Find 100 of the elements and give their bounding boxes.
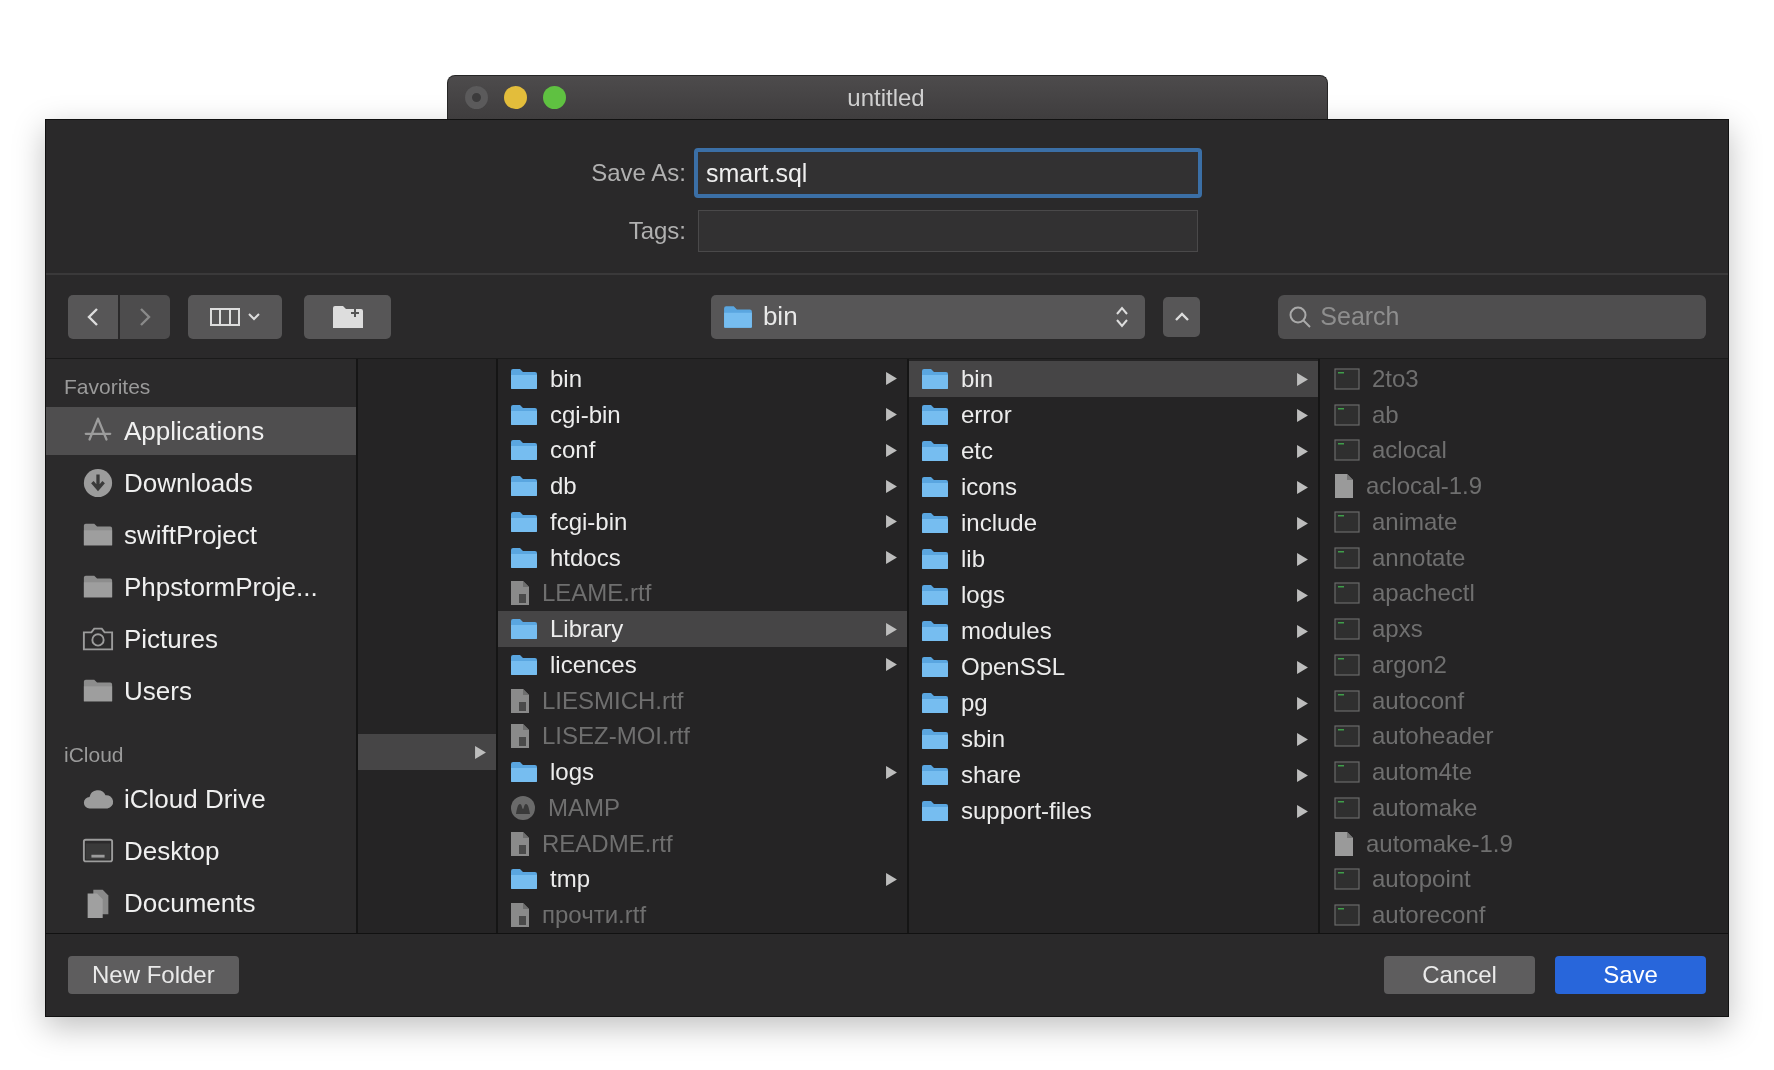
section-header: iCloud bbox=[63, 742, 125, 768]
back-button[interactable] bbox=[68, 294, 118, 339]
folder-item[interactable]: sbin bbox=[909, 721, 1318, 757]
folder-icon bbox=[921, 512, 949, 534]
sidebar-item[interactable]: swiftProject bbox=[46, 511, 356, 559]
folder-item[interactable]: error bbox=[909, 397, 1318, 433]
minimize-button[interactable] bbox=[503, 86, 527, 109]
terminal-icon bbox=[1334, 439, 1360, 462]
sidebar-item[interactable]: PhpstormProje... bbox=[46, 563, 356, 611]
folder-icon bbox=[921, 656, 949, 678]
terminal-icon bbox=[1334, 868, 1360, 891]
window-title: untitled bbox=[846, 83, 926, 112]
terminal-icon bbox=[1334, 546, 1360, 569]
terminal-icon bbox=[1334, 510, 1360, 533]
folder-icon bbox=[510, 367, 538, 390]
columns-icon bbox=[210, 306, 241, 327]
sidebar-item[interactable]: Pictures bbox=[46, 615, 356, 663]
folder-icon bbox=[510, 761, 538, 784]
folder-icon bbox=[510, 475, 538, 498]
collapse-button[interactable] bbox=[1162, 296, 1201, 337]
sidebar-item[interactable]: iCloud Drive bbox=[46, 775, 356, 823]
chevron-left-icon bbox=[87, 306, 99, 327]
chevron-up-icon bbox=[1173, 311, 1190, 322]
terminal-icon bbox=[1334, 689, 1360, 712]
folder-plus-icon bbox=[331, 304, 364, 329]
folder-item[interactable]: include bbox=[909, 505, 1318, 541]
terminal-icon bbox=[1334, 653, 1360, 676]
folder-icon bbox=[510, 439, 538, 462]
folder-item[interactable]: cgi-bin bbox=[498, 396, 907, 433]
folder-icon bbox=[510, 546, 538, 569]
folder-icon bbox=[722, 304, 753, 329]
terminal-icon bbox=[1334, 582, 1360, 605]
folder-icon bbox=[921, 764, 949, 786]
sidebar-item[interactable]: Desktop bbox=[46, 827, 356, 875]
folder-item[interactable]: conf bbox=[498, 432, 907, 469]
save-button[interactable]: Save bbox=[1555, 956, 1706, 994]
folder-icon bbox=[510, 618, 538, 641]
folder-item[interactable]: logs bbox=[909, 577, 1318, 613]
new-folder-button[interactable] bbox=[304, 294, 391, 339]
folder-item[interactable]: tmp bbox=[498, 861, 907, 898]
stepper-icon bbox=[1114, 304, 1129, 329]
folder-item[interactable]: db bbox=[498, 468, 907, 504]
folder-icon bbox=[921, 728, 949, 750]
folder-icon bbox=[921, 548, 949, 570]
cancel-button[interactable]: Cancel bbox=[1384, 956, 1535, 994]
new-folder-button[interactable]: New Folder bbox=[68, 956, 239, 994]
app-icon bbox=[510, 794, 536, 821]
folder-item[interactable]: logs bbox=[498, 754, 907, 790]
document-icon bbox=[510, 723, 530, 750]
folder-icon bbox=[921, 440, 949, 462]
document-icon bbox=[510, 687, 530, 714]
zoom-button[interactable] bbox=[542, 86, 566, 109]
section-header: Favorites bbox=[63, 374, 152, 400]
folder-icon bbox=[921, 368, 949, 390]
caret-icon bbox=[248, 312, 261, 321]
folder-item[interactable]: OpenSSL bbox=[909, 649, 1318, 685]
folder-item[interactable]: bin bbox=[909, 361, 1318, 397]
folder-icon bbox=[921, 620, 949, 642]
view-button[interactable] bbox=[188, 294, 283, 339]
document-icon bbox=[1334, 473, 1354, 500]
folder-icon bbox=[510, 868, 538, 891]
folder-icon bbox=[921, 800, 949, 822]
terminal-icon bbox=[1334, 367, 1360, 390]
download-icon bbox=[82, 467, 114, 499]
folder-item[interactable]: bin bbox=[498, 361, 907, 397]
folder-icon bbox=[510, 653, 538, 676]
folder-item[interactable]: licences bbox=[498, 647, 907, 683]
search-field[interactable]: Search bbox=[1278, 294, 1706, 339]
folder-item[interactable]: etc bbox=[909, 433, 1318, 469]
field-label: Tags: bbox=[627, 217, 686, 245]
folder-item[interactable]: modules bbox=[909, 613, 1318, 649]
field-label: Save As: bbox=[590, 159, 686, 187]
document-icon bbox=[1334, 830, 1354, 857]
sidebar-item[interactable]: Documents bbox=[46, 879, 356, 927]
terminal-icon bbox=[1334, 796, 1360, 819]
document-icon bbox=[510, 830, 530, 857]
sidebar-item[interactable]: Downloads bbox=[46, 459, 356, 507]
tags-field[interactable] bbox=[698, 210, 1198, 252]
folder-item[interactable]: share bbox=[909, 757, 1318, 793]
terminal-icon bbox=[1334, 618, 1360, 641]
folder-icon bbox=[921, 404, 949, 426]
chevron-right-icon bbox=[139, 306, 151, 327]
folder-item[interactable]: fcgi-bin bbox=[498, 504, 907, 540]
sidebar-item[interactable]: Users bbox=[46, 667, 356, 715]
folder-icon bbox=[921, 584, 949, 606]
forward-button[interactable] bbox=[120, 294, 170, 339]
folder-item[interactable]: pg bbox=[909, 685, 1318, 721]
terminal-icon bbox=[1334, 725, 1360, 748]
document-icon bbox=[510, 902, 530, 929]
filename-field[interactable]: smart.sql bbox=[694, 148, 1202, 198]
folder-item[interactable]: Library bbox=[498, 611, 907, 647]
folder-icon bbox=[921, 692, 949, 714]
folder-icon bbox=[921, 476, 949, 498]
folder-item[interactable]: htdocs bbox=[498, 539, 907, 576]
sidebar-item[interactable]: Applications bbox=[46, 407, 356, 455]
folder-item[interactable]: lib bbox=[909, 541, 1318, 577]
folder-item[interactable]: icons bbox=[909, 469, 1318, 505]
terminal-icon bbox=[1334, 761, 1360, 784]
location-popup[interactable]: bin bbox=[710, 294, 1145, 339]
folder-item[interactable]: support-files bbox=[909, 793, 1318, 829]
